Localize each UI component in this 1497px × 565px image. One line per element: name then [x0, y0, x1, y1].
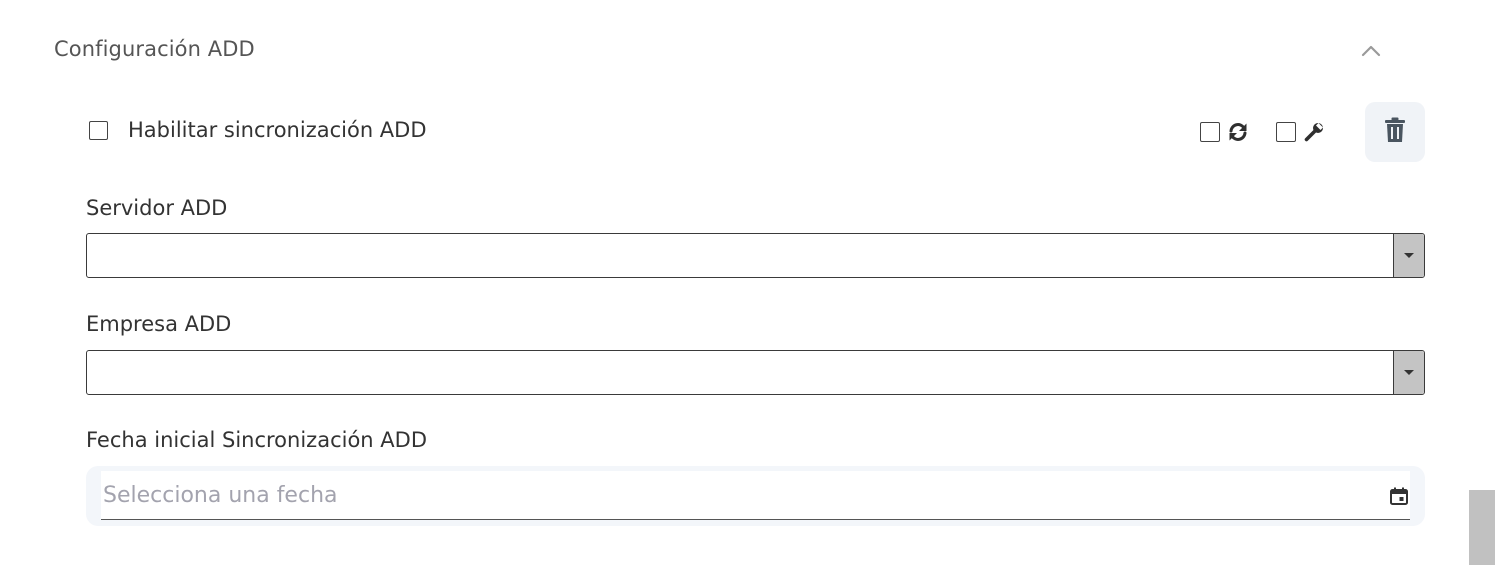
add-config-panel: Configuración ADD Habilitar sincronizaci…	[0, 0, 1497, 565]
server-select[interactable]	[86, 233, 1425, 278]
caret-down-icon	[1404, 253, 1414, 258]
config-toggle	[1276, 120, 1326, 144]
wrench-icon	[1302, 120, 1326, 144]
date-input[interactable]	[101, 471, 1410, 520]
server-label: Servidor ADD	[86, 196, 228, 220]
company-select[interactable]	[86, 350, 1425, 395]
refresh-icon	[1226, 120, 1250, 144]
config-checkbox[interactable]	[1276, 122, 1296, 142]
sync-toggle	[1200, 120, 1250, 144]
sync-checkbox[interactable]	[1200, 122, 1220, 142]
enable-sync-label: Habilitar sincronización ADD	[128, 118, 427, 142]
chevron-up-icon[interactable]	[1358, 38, 1384, 62]
trash-icon	[1383, 117, 1407, 147]
delete-button[interactable]	[1365, 102, 1425, 162]
calendar-icon[interactable]	[1388, 485, 1410, 507]
server-dropdown-arrow[interactable]	[1393, 234, 1424, 277]
enable-sync-row: Habilitar sincronización ADD	[89, 118, 427, 142]
scrollbar-thumb[interactable]	[1469, 490, 1495, 565]
enable-sync-checkbox[interactable]	[89, 120, 108, 140]
company-label: Empresa ADD	[86, 312, 232, 336]
caret-down-icon	[1404, 370, 1414, 375]
date-label: Fecha inicial Sincronización ADD	[86, 428, 427, 452]
row-tools	[1200, 102, 1326, 162]
date-field	[86, 466, 1425, 526]
company-dropdown-arrow[interactable]	[1393, 351, 1424, 394]
section-title: Configuración ADD	[54, 37, 255, 61]
